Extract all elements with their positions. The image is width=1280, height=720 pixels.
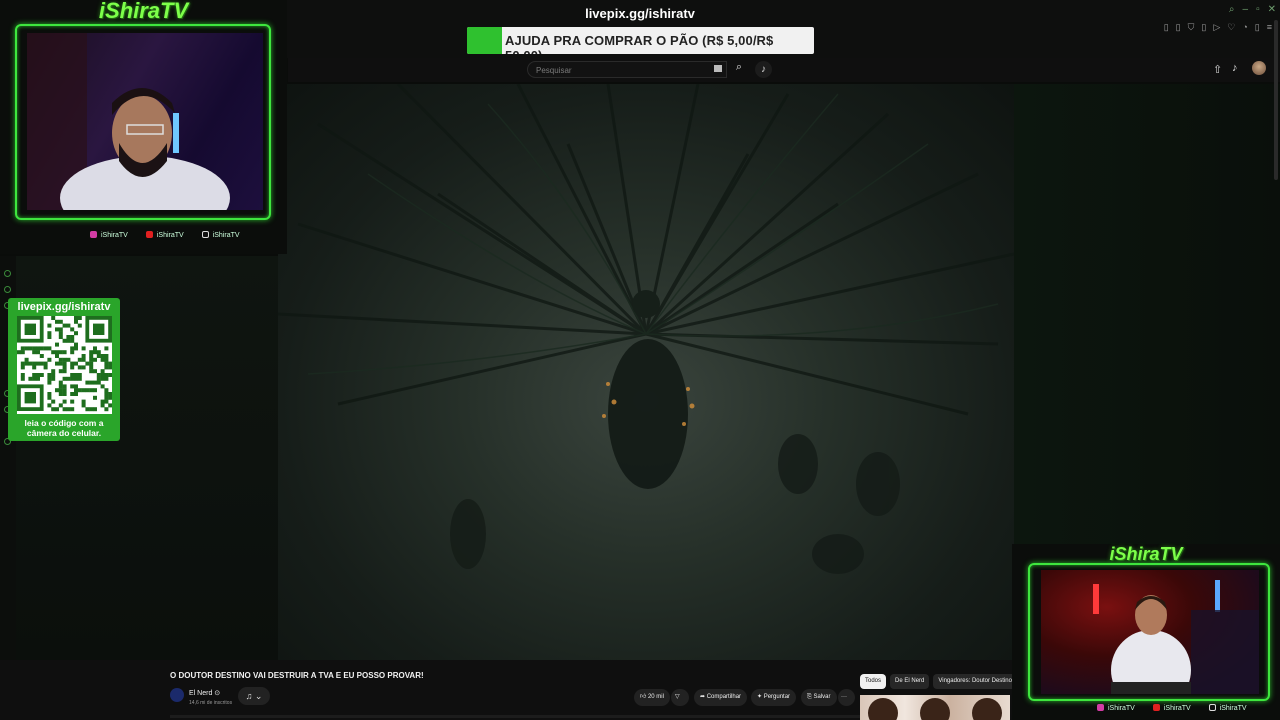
tiktok-handle: iShiraTV [1208,704,1247,712]
youtube-header [288,58,1280,82]
share-icon: ➦ [700,694,706,700]
minimize-icon[interactable]: – [1243,4,1249,15]
keyboard-icon[interactable] [714,65,722,72]
instagram-icon [1097,704,1104,711]
youtube-icon [145,231,153,238]
browser-extension-icons: ▯ ▯ ⛉ ▯ ▷ ♡ ◔ ▯ ≡ [1164,22,1272,33]
notifications-bell-icon[interactable]: ♪ [1232,62,1238,74]
tiktok-icon [1208,704,1216,711]
verified-icon: ⊙ [214,690,221,697]
profile-icon[interactable]: ◔ [1242,22,1247,33]
webcam-feed [27,33,263,210]
heart-icon[interactable]: ♡ [1227,22,1235,33]
youtube-handle: iShiraTV [145,231,184,239]
search-input[interactable]: Pesquisar [527,61,727,78]
thumbs-down-icon: ▽ [675,694,680,700]
webcam-overlay-top: iShiraTV iShiraTV iShiraTV iShiraTV [0,0,287,254]
search-icon[interactable]: ⌕ [1229,4,1235,15]
subscription-bell-button[interactable]: ♫ ⌄ [238,687,270,705]
donation-goal-fill [467,27,502,54]
brand-logo: iShiraTV [1109,544,1183,564]
ask-button[interactable]: ✦ Perguntar [751,689,797,706]
qr-caption-line2: câmera do celular. [26,428,102,438]
sidebar-icon[interactable] [4,270,11,277]
video-title: O DOUTOR DESTINO VAI DESTRUIR A TVA E EU… [170,671,424,680]
qr-code [17,316,113,414]
bookmark-icon: ⎘ [807,694,812,700]
streamer-figure [27,33,230,210]
instagram-handle: iShiraTV [1097,704,1135,712]
streamer-room-figure [1093,580,1259,694]
video-player[interactable] [278,84,1014,660]
chip-related[interactable]: Vingadores: Doutor Destino [933,674,1017,689]
webcam-overlay-bottom: iShiraTV iShiraTV iShiraTV iShiraTV [1012,544,1280,720]
chevron-down-icon: ⌄ [254,691,263,701]
thumbnail-face [920,698,950,720]
channel-name[interactable]: El Nerd ⊙ [189,689,220,697]
more-actions-button[interactable]: ··· [838,689,855,706]
bookmark-icon[interactable]: ▯ [1201,22,1206,33]
share-button[interactable]: ➦ Compartilhar [694,689,748,706]
search-button[interactable]: ⌕ [729,61,749,78]
youtube-icon [1152,704,1160,711]
qr-caption-line1: leia o código com a [24,418,104,428]
extension-icon[interactable]: ▯ [1164,22,1169,33]
youtube-handle: iShiraTV [1152,704,1191,712]
dislike-button[interactable]: ▽ [671,689,689,706]
tiktok-icon [201,231,209,238]
recommendation-chips: Todos De El Nerd Vingadores: Doutor Dest… [860,674,1017,689]
extension-icon[interactable]: ▯ [1176,22,1181,33]
window-controls: ⌕ – ▫ ✕ [1229,4,1276,15]
livepix-url-overlay: livepix.gg/ishiratv [585,6,695,21]
brand-logo: iShiraTV [98,0,189,23]
webcam-feed [1041,570,1259,694]
save-button[interactable]: ⎘ Salvar [801,689,837,706]
thumbnail-face [868,698,898,720]
create-icon[interactable]: ⇧ [1213,63,1222,76]
qr-code-pattern [17,316,113,412]
desktop-stream-scene: livepix.gg/ishiratv AJUDA PRA COMPRAR O … [0,0,1280,720]
sidebar-icon[interactable] [4,286,11,293]
play-icon[interactable]: ▷ [1213,22,1220,33]
page-scrollbar[interactable] [1274,20,1278,180]
social-handles: iShiraTV iShiraTV iShiraTV [90,231,240,239]
microphone-icon[interactable]: ♪ [755,61,772,78]
shield-icon[interactable]: ⛉ [1188,22,1195,33]
thumbnail-face [972,698,1002,720]
donation-goal-bar: AJUDA PRA COMPRAR O PÃO (R$ 5,00/R$ 50,0… [467,27,814,54]
social-handles: iShiraTV iShiraTV iShiraTV [1097,704,1247,712]
account-avatar[interactable] [1252,61,1266,75]
close-icon[interactable]: ✕ [1268,4,1276,15]
tiktok-handle: iShiraTV [201,231,240,239]
extension-icon[interactable]: ▯ [1255,22,1260,33]
donation-goal-label: AJUDA PRA COMPRAR O PÃO (R$ 5,00/R$ 50,0… [505,33,774,54]
comments-divider [170,715,860,718]
video-frame-scene [278,84,1014,574]
menu-icon[interactable]: ≡ [1267,22,1272,33]
channel-avatar[interactable] [170,688,184,702]
instagram-handle: iShiraTV [90,231,128,239]
chip-all[interactable]: Todos [860,674,887,689]
thumbs-up-icon: 👍︎ [640,694,647,700]
channel-subscribers: 14,6 mi de inscritos [189,700,233,706]
sparkle-icon: ✦ [757,694,763,700]
chip-from-channel[interactable]: De El Nerd [890,674,930,689]
livepix-qr-panel: livepix.gg/ishiratv leia o código com a … [8,298,120,441]
like-button[interactable]: 👍︎ 20 mil [634,689,670,706]
recommended-video-thumbnail[interactable] [860,695,1010,720]
bell-icon: ♫ [245,691,253,701]
page-background-right [1014,84,1280,544]
qr-panel-url: livepix.gg/ishiratv [17,301,111,313]
qr-caption: leia o código com a câmera do celular. [8,418,120,438]
instagram-icon [90,231,97,238]
restore-icon[interactable]: ▫ [1256,4,1260,15]
